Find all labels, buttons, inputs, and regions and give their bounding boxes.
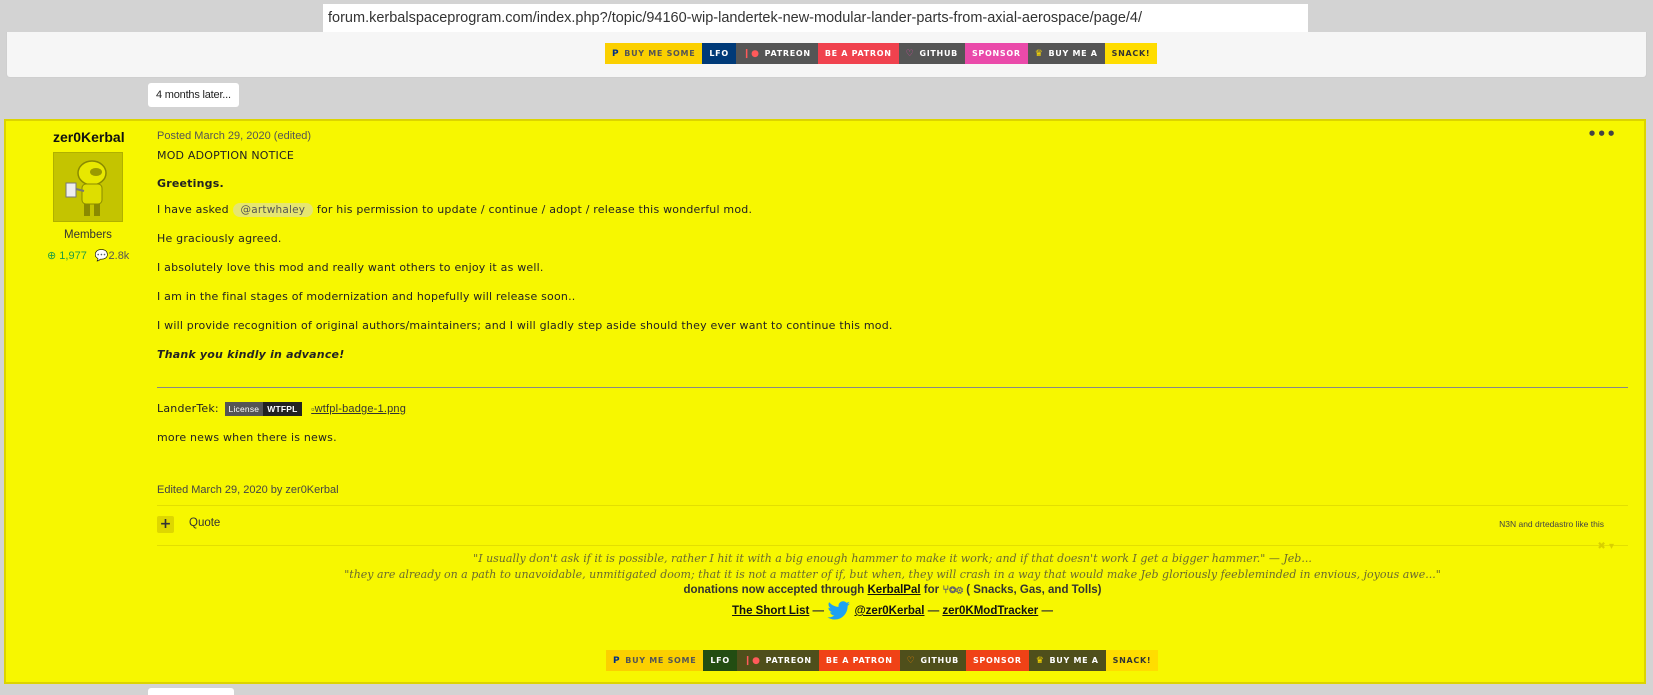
kerbalpal-link[interactable]: KerbalPal	[868, 584, 921, 596]
be-a-patron-badge[interactable]: BE A PATRON	[818, 650, 900, 671]
agreed-line: He graciously agreed.	[157, 232, 282, 245]
text: —	[927, 605, 943, 618]
divider	[157, 505, 1628, 506]
text: donations now accepted through	[683, 584, 865, 596]
horizontal-rule	[157, 387, 1628, 388]
user-mention[interactable]: @artwhaley	[232, 203, 314, 217]
badge-label: GITHUB	[919, 49, 958, 58]
cup-icon: ♛	[1034, 48, 1044, 59]
badge-label: BUY ME SOME	[624, 49, 696, 58]
patreon-badge[interactable]: ❙● PATREON	[736, 650, 819, 671]
text: LanderTek:	[157, 402, 219, 415]
twitter-link[interactable]: @zer0Kerbal	[854, 605, 924, 617]
sponsor-badge[interactable]: SPONSOR	[965, 650, 1029, 671]
heart-icon: ♡	[905, 48, 915, 59]
cup-icon: ♛	[1035, 655, 1045, 666]
short-list-link[interactable]: The Short List	[732, 605, 809, 617]
post-meta: Posted March 29, 2020 (edited)	[157, 130, 312, 142]
address-bar[interactable]: forum.kerbalspaceprogram.com/index.php?/…	[323, 4, 1308, 32]
reputation-count: 1,977	[59, 250, 87, 262]
author-group: Members	[64, 229, 112, 241]
author-stats: ⊕ 1,977 💬2.8k	[47, 249, 129, 262]
text: —	[812, 605, 825, 618]
text: ( Snacks, Gas, and Tolls)	[966, 584, 1102, 596]
twitter-bird-icon	[827, 601, 851, 620]
sponsor-badge[interactable]: SPONSOR	[964, 43, 1028, 64]
license-label: License	[224, 402, 264, 416]
news-line: more news when there is news.	[157, 431, 337, 444]
patreon-badge[interactable]: ❙● PATREON	[735, 43, 818, 64]
badge-label: BUY ME SOME	[625, 656, 697, 665]
patreon-icon: ❙●	[742, 48, 760, 59]
support-badges-signature: P BUY ME SOME LFO ❙● PATREON BE A PATRON ♡…	[606, 650, 1159, 671]
paypal-badge[interactable]: P BUY ME SOME	[605, 43, 703, 64]
likes-summary[interactable]: N3N and drtedastro like this	[1499, 519, 1604, 529]
text: —	[1041, 605, 1053, 618]
broken-image-alt: wtfpl-badge-1.png	[314, 403, 407, 415]
previous-post-footer: P BUY ME SOME LFO ❙● PATREON BE A PATRON ♡…	[6, 32, 1647, 78]
paypal-icon: P	[613, 655, 621, 666]
recognition-line: I will provide recognition of original a…	[157, 319, 893, 332]
plus-circle-icon: ⊕	[47, 250, 57, 262]
support-badges-top: P BUY ME SOME LFO ❙● PATREON BE A PATRON ♡…	[605, 43, 1158, 64]
lfo-badge[interactable]: LFO	[702, 43, 736, 64]
snack-gas-toll-icons: ⑂✪⚙	[942, 584, 964, 596]
badge-label: BUY ME A	[1048, 49, 1098, 58]
signature-quote-1: "I usually don't ask if it is possible, …	[473, 552, 1312, 565]
avatar[interactable]	[53, 152, 123, 222]
thanks-line: Thank you kindly in advance!	[157, 348, 345, 361]
github-badge[interactable]: ♡ GITHUB	[898, 43, 965, 64]
snack-badge[interactable]: SNACK!	[1104, 43, 1158, 64]
plus-icon[interactable]: +	[157, 516, 174, 533]
paypal-badge[interactable]: P BUY ME SOME	[606, 650, 704, 671]
snack-badge[interactable]: SNACK!	[1105, 650, 1159, 671]
text: for	[923, 584, 940, 596]
kerbal-avatar-image	[54, 153, 122, 221]
author-name[interactable]: zer0Kerbal	[53, 129, 125, 145]
be-a-patron-badge[interactable]: BE A PATRON	[817, 43, 899, 64]
modtracker-link[interactable]: zer0KModTracker	[942, 605, 1038, 617]
donation-line: donations now accepted through KerbalPal…	[157, 584, 1628, 596]
lfo-badge[interactable]: LFO	[703, 650, 737, 671]
badge-label: BUY ME A	[1049, 656, 1099, 665]
patreon-icon: ❙●	[743, 655, 761, 666]
stages-line: I am in the final stages of modernizatio…	[157, 290, 576, 303]
greeting: Greetings.	[157, 177, 224, 190]
license-badge: License WTFPL	[224, 402, 302, 416]
signature-toggle-icon[interactable]: ✖ ▾	[1597, 541, 1614, 552]
time-gap-label: 4 months later...	[148, 83, 239, 107]
badge-label: GITHUB	[920, 656, 959, 665]
more-options-icon[interactable]: •••	[1587, 125, 1616, 143]
github-badge[interactable]: ♡ GITHUB	[899, 650, 966, 671]
edited-note: Edited March 29, 2020 by zer0Kerbal	[157, 484, 339, 496]
links-line: The Short List — @zer0Kerbal — zer0KModT…	[157, 601, 1628, 621]
license-value: WTFPL	[263, 402, 302, 416]
post-heading: MOD ADOPTION NOTICE	[157, 149, 295, 162]
badge-label: PATREON	[764, 49, 811, 58]
text: for his permission to update / continue …	[316, 203, 753, 216]
text: I have asked	[157, 203, 229, 216]
next-post-edge	[148, 688, 234, 695]
landertek-line: LanderTek: License WTFPL ▫wtfpl-badge-1.p…	[157, 402, 406, 416]
reputation[interactable]: ⊕ 1,977	[47, 249, 87, 262]
love-line: I absolutely love this mod and really wa…	[157, 261, 544, 274]
post-count[interactable]: 💬2.8k	[95, 249, 130, 262]
speech-bubble-icon: 💬	[94, 250, 109, 262]
heart-icon: ♡	[906, 655, 916, 666]
signature-quote-2: "they are already on a path to unavoidab…	[344, 568, 1441, 581]
asked-line: I have asked @artwhaley for his permissi…	[157, 203, 752, 217]
broken-image-link[interactable]: ▫wtfpl-badge-1.png	[311, 403, 406, 415]
post-count-value: 2.8k	[108, 250, 130, 262]
quote-button[interactable]: Quote	[189, 517, 220, 529]
divider	[157, 545, 1628, 546]
forum-post: zer0Kerbal Members ⊕ 1,977 💬2.8k Posted …	[4, 119, 1646, 684]
paypal-icon: P	[612, 48, 620, 59]
buy-me-a-badge[interactable]: ♛ BUY ME A	[1028, 650, 1106, 671]
badge-label: PATREON	[765, 656, 812, 665]
buy-me-a-badge[interactable]: ♛ BUY ME A	[1027, 43, 1105, 64]
